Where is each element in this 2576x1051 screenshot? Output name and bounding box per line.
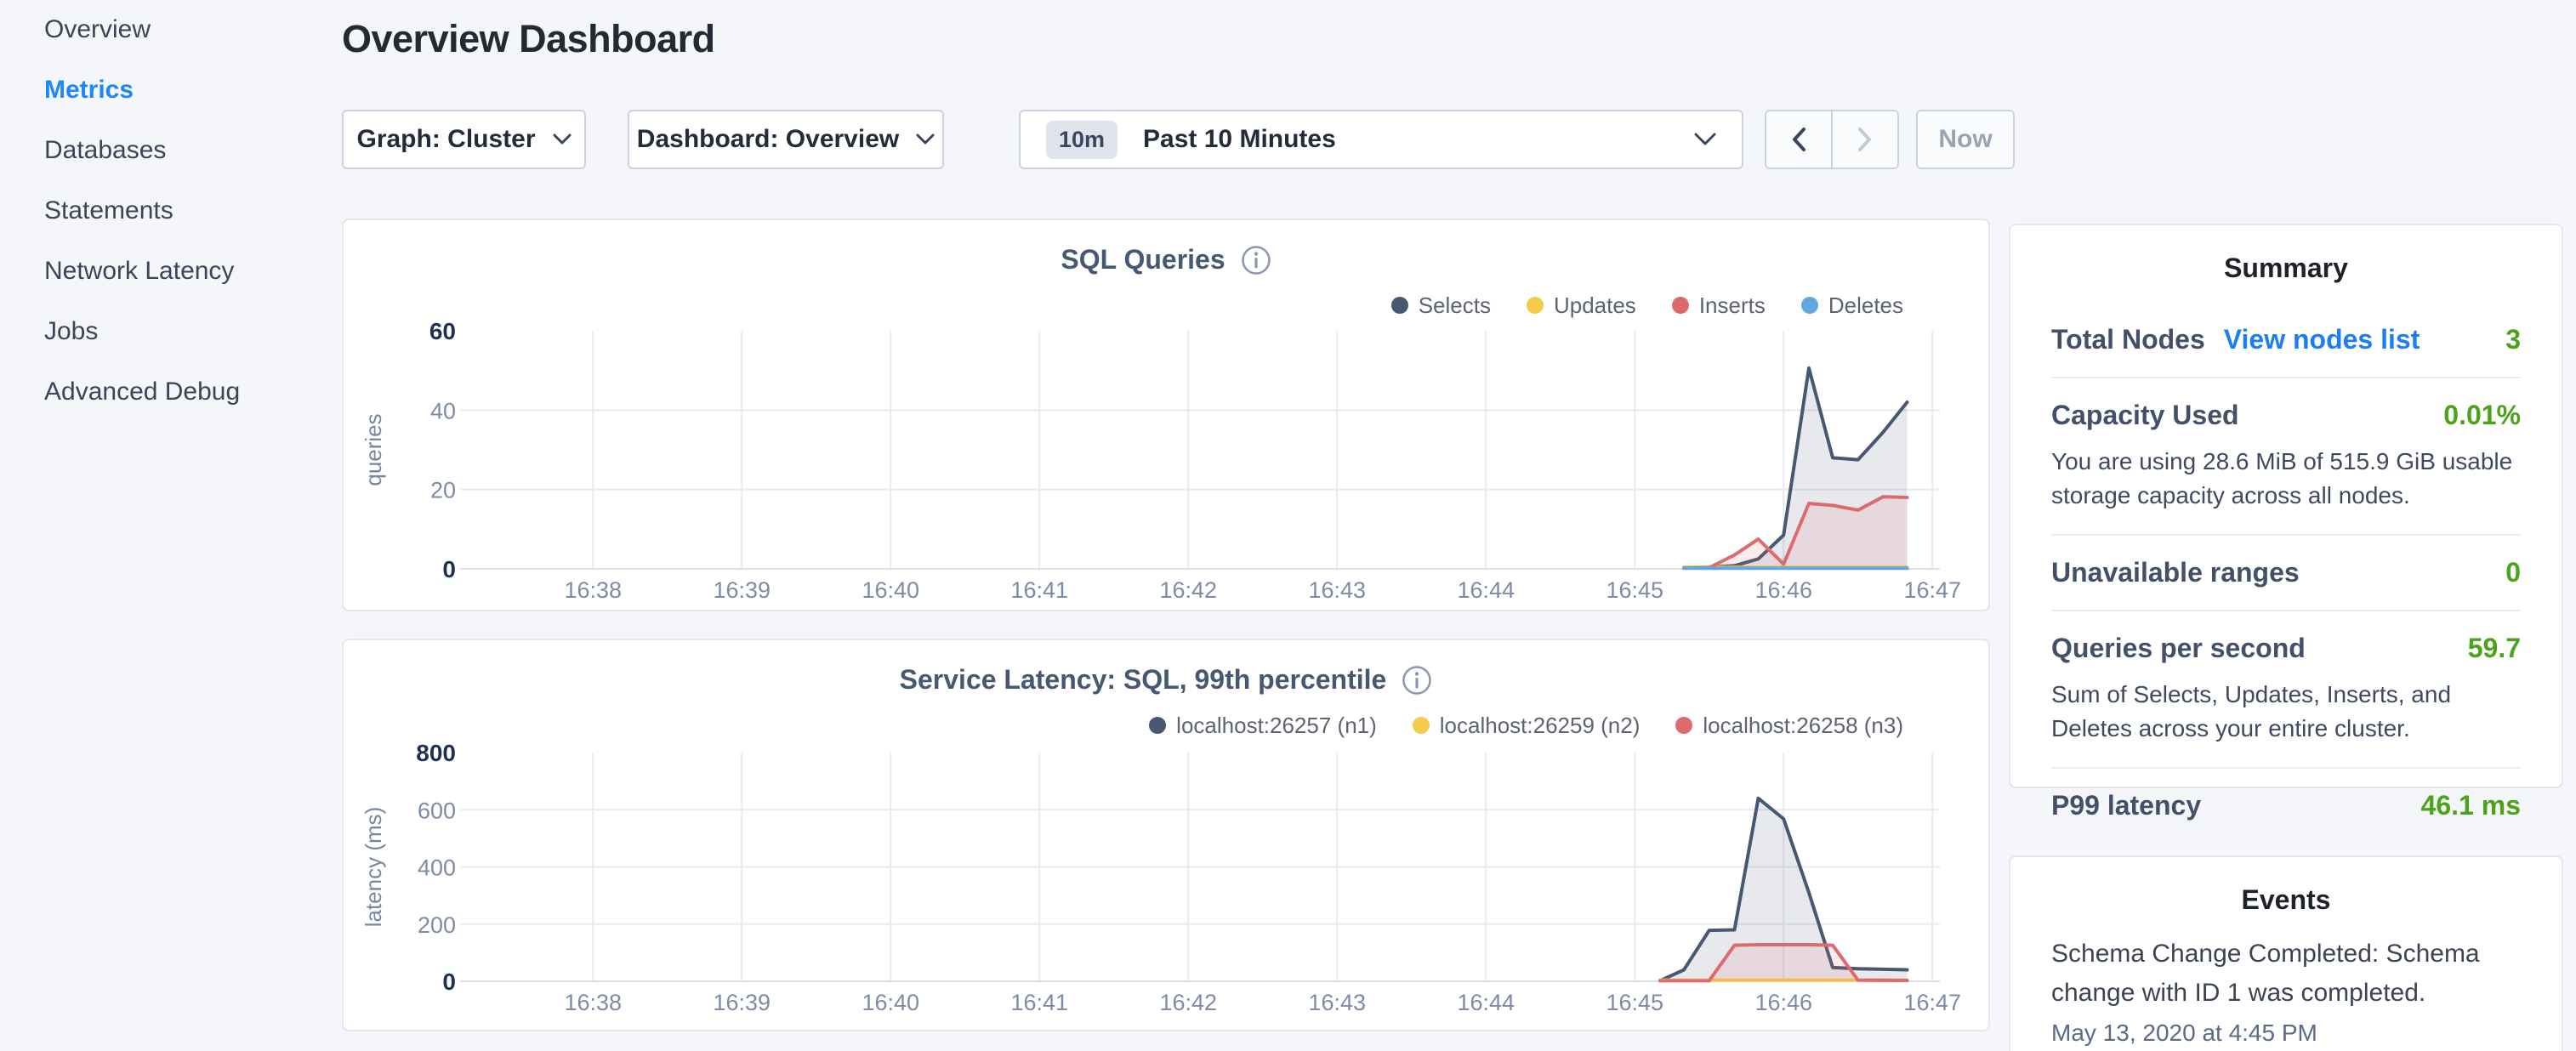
capacity-used-row: Capacity Used 0.01% You are using 28.6 M… xyxy=(2051,378,2521,536)
time-range-label: Past 10 Minutes xyxy=(1143,125,1694,154)
svg-text:16:41: 16:41 xyxy=(1010,990,1068,1015)
svg-text:16:46: 16:46 xyxy=(1754,577,1812,603)
event-text: Schema Change Completed: Schema change w… xyxy=(2051,935,2521,1013)
svg-text:16:47: 16:47 xyxy=(1903,990,1961,1015)
total-nodes-row: Total Nodes View nodes list 3 xyxy=(2051,303,2521,378)
service-latency-chart: 16:38 16:39 16:40 16:41 16:42 16:43 16:44 16:45… xyxy=(344,640,1992,1033)
events-title: Events xyxy=(2051,884,2521,916)
next-interval-button[interactable] xyxy=(1833,111,1897,168)
graph-dropdown-label: Graph: Cluster xyxy=(356,125,535,154)
svg-text:600: 600 xyxy=(418,798,456,823)
sql-queries-panel: SQL Queries SelectsUpdatesInsertsDeletes… xyxy=(342,219,1990,611)
svg-text:16:44: 16:44 xyxy=(1457,990,1515,1015)
svg-text:0: 0 xyxy=(442,556,456,582)
service-latency-panel: Service Latency: SQL, 99th percentile lo… xyxy=(342,639,1990,1031)
svg-text:16:40: 16:40 xyxy=(862,577,919,603)
chevron-right-icon xyxy=(1857,127,1874,152)
events-panel: Events Schema Change Completed: Schema c… xyxy=(2009,855,2563,1051)
now-button[interactable]: Now xyxy=(1916,110,2015,169)
view-nodes-list-link[interactable]: View nodes list xyxy=(2224,324,2420,355)
time-range-badge: 10m xyxy=(1046,121,1117,159)
svg-text:16:42: 16:42 xyxy=(1159,990,1217,1015)
svg-text:16:43: 16:43 xyxy=(1308,577,1366,603)
svg-text:16:45: 16:45 xyxy=(1606,577,1663,603)
sidebar-item-overview[interactable]: Overview xyxy=(44,11,325,48)
capacity-used-value: 0.01% xyxy=(2443,400,2521,431)
sidebar-item-metrics[interactable]: Metrics xyxy=(44,71,325,109)
svg-text:16:40: 16:40 xyxy=(862,990,919,1015)
svg-text:40: 40 xyxy=(430,398,456,423)
svg-text:400: 400 xyxy=(418,855,456,881)
svg-text:16:47: 16:47 xyxy=(1903,577,1961,603)
chevron-left-icon xyxy=(1790,127,1807,152)
unavailable-ranges-row: Unavailable ranges 0 xyxy=(2051,536,2521,611)
svg-text:16:46: 16:46 xyxy=(1754,990,1812,1015)
graph-dropdown[interactable]: Graph: Cluster xyxy=(342,110,586,169)
svg-text:16:44: 16:44 xyxy=(1457,577,1515,603)
unavailable-ranges-label: Unavailable ranges xyxy=(2051,557,2300,588)
time-range-dropdown[interactable]: 10m Past 10 Minutes xyxy=(1019,110,1743,169)
capacity-used-label: Capacity Used xyxy=(2051,400,2239,431)
svg-text:16:39: 16:39 xyxy=(713,577,771,603)
svg-text:16:41: 16:41 xyxy=(1010,577,1068,603)
total-nodes-value: 3 xyxy=(2505,324,2521,355)
sidebar-item-databases[interactable]: Databases xyxy=(44,132,325,169)
dashboard-dropdown[interactable]: Dashboard: Overview xyxy=(628,110,944,169)
sidebar-item-statements[interactable]: Statements xyxy=(44,192,325,230)
svg-text:200: 200 xyxy=(418,912,456,938)
time-step-buttons xyxy=(1765,110,1899,169)
svg-text:latency (ms): latency (ms) xyxy=(361,807,386,928)
sidebar: Overview Metrics Databases Statements Ne… xyxy=(44,11,325,434)
unavailable-ranges-value: 0 xyxy=(2505,557,2521,588)
capacity-used-description: You are using 28.6 MiB of 515.9 GiB usab… xyxy=(2051,445,2521,513)
svg-text:16:39: 16:39 xyxy=(713,990,771,1015)
svg-text:800: 800 xyxy=(416,740,456,766)
prev-interval-button[interactable] xyxy=(1766,111,1833,168)
queries-per-second-value: 59.7 xyxy=(2468,633,2521,664)
queries-per-second-label: Queries per second xyxy=(2051,633,2306,664)
svg-text:20: 20 xyxy=(430,478,456,503)
svg-text:16:43: 16:43 xyxy=(1308,990,1366,1015)
svg-text:queries: queries xyxy=(361,413,386,486)
sql-queries-chart: 16:38 16:39 16:40 16:41 16:42 16:43 16:44 16:45… xyxy=(344,220,1992,613)
dashboard-dropdown-label: Dashboard: Overview xyxy=(637,125,899,154)
chevron-down-icon xyxy=(916,134,935,145)
svg-text:16:38: 16:38 xyxy=(564,990,622,1015)
svg-text:16:45: 16:45 xyxy=(1606,990,1663,1015)
sidebar-item-network-latency[interactable]: Network Latency xyxy=(44,253,325,290)
queries-per-second-description: Sum of Selects, Updates, Inserts, and De… xyxy=(2051,678,2521,746)
queries-per-second-row: Queries per second 59.7 Sum of Selects, … xyxy=(2051,611,2521,769)
total-nodes-label: Total Nodes xyxy=(2051,324,2205,355)
event-timestamp: May 13, 2020 at 4:45 PM xyxy=(2051,1020,2521,1047)
p99-latency-value: 46.1 ms xyxy=(2421,790,2521,821)
svg-text:16:42: 16:42 xyxy=(1159,577,1217,603)
svg-text:0: 0 xyxy=(442,969,456,995)
page-title: Overview Dashboard xyxy=(342,17,715,61)
chevron-down-icon xyxy=(1694,133,1716,146)
p99-latency-row: P99 latency 46.1 ms xyxy=(2051,769,2521,843)
summary-title: Summary xyxy=(2051,253,2521,284)
sidebar-item-jobs[interactable]: Jobs xyxy=(44,313,325,350)
svg-text:60: 60 xyxy=(429,318,456,344)
svg-text:16:38: 16:38 xyxy=(564,577,622,603)
sidebar-item-advanced-debug[interactable]: Advanced Debug xyxy=(44,373,325,411)
p99-latency-label: P99 latency xyxy=(2051,790,2201,821)
summary-panel: Summary Total Nodes View nodes list 3 Ca… xyxy=(2009,224,2563,788)
now-button-label: Now xyxy=(1938,125,1992,154)
event-list-item[interactable]: Schema Change Completed: Schema change w… xyxy=(2051,935,2521,1047)
chevron-down-icon xyxy=(553,134,571,145)
